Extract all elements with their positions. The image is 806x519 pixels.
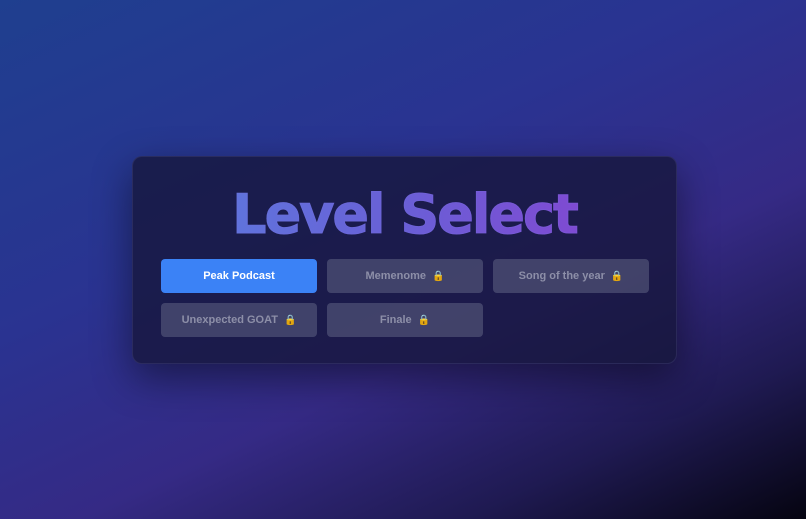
level-button-peak-podcast[interactable]: Peak Podcast [161,259,317,293]
level-button-memenome[interactable]: Memenome 🔒 [327,259,483,293]
level-grid: Peak Podcast Memenome 🔒 Song of the year… [161,259,650,337]
lock-icon: 🔒 [283,314,297,326]
level-label: Song of the year [518,270,605,282]
level-label: Peak Podcast [203,270,275,282]
page-title: Level Select [133,183,676,247]
level-select-panel: Level Select Peak Podcast Memenome 🔒 Son… [132,156,677,364]
lock-icon: 🔒 [417,314,431,326]
level-button-unexpected-goat[interactable]: Unexpected GOAT 🔒 [161,303,317,337]
level-button-finale[interactable]: Finale 🔒 [327,303,483,337]
level-label: Memenome [365,270,427,282]
level-label: Unexpected GOAT [181,314,278,326]
lock-icon: 🔒 [610,270,624,282]
lock-icon: 🔒 [432,270,445,282]
level-label: Finale [379,314,412,326]
level-button-song-of-the-year[interactable]: Song of the year 🔒 [493,259,649,293]
